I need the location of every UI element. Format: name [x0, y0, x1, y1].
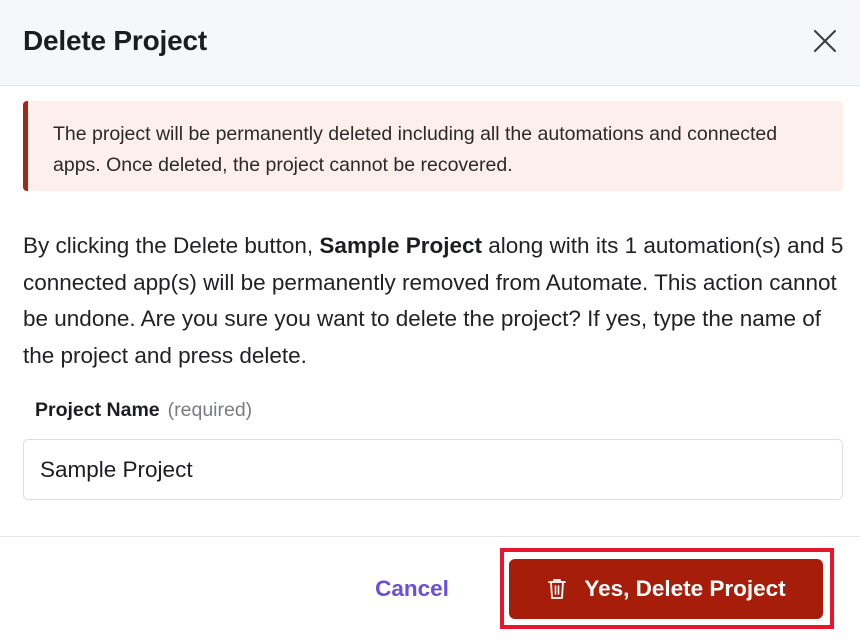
close-icon [814, 30, 836, 52]
project-name-input[interactable] [23, 439, 843, 500]
description-prefix: By clicking the Delete button, [23, 233, 320, 258]
warning-alert: The project will be permanently deleted … [23, 101, 843, 191]
close-button[interactable] [808, 24, 842, 58]
required-hint: (required) [167, 399, 253, 421]
project-name-label-text: Project Name [35, 399, 160, 421]
delete-button-label: Yes, Delete Project [584, 576, 786, 601]
dialog-header: Delete Project [0, 0, 860, 86]
project-name-label: Project Name (required) [35, 399, 252, 422]
trash-icon [546, 577, 568, 601]
delete-description: By clicking the Delete button, Sample Pr… [23, 228, 848, 374]
delete-project-dialog: Delete Project The project will be perma… [0, 0, 860, 644]
footer-divider [0, 536, 860, 537]
description-project-name: Sample Project [319, 233, 482, 258]
warning-alert-text: The project will be permanently deleted … [53, 123, 778, 176]
delete-project-button[interactable]: Yes, Delete Project [509, 559, 823, 619]
cancel-button[interactable]: Cancel [350, 566, 474, 612]
dialog-title: Delete Project [23, 25, 207, 56]
